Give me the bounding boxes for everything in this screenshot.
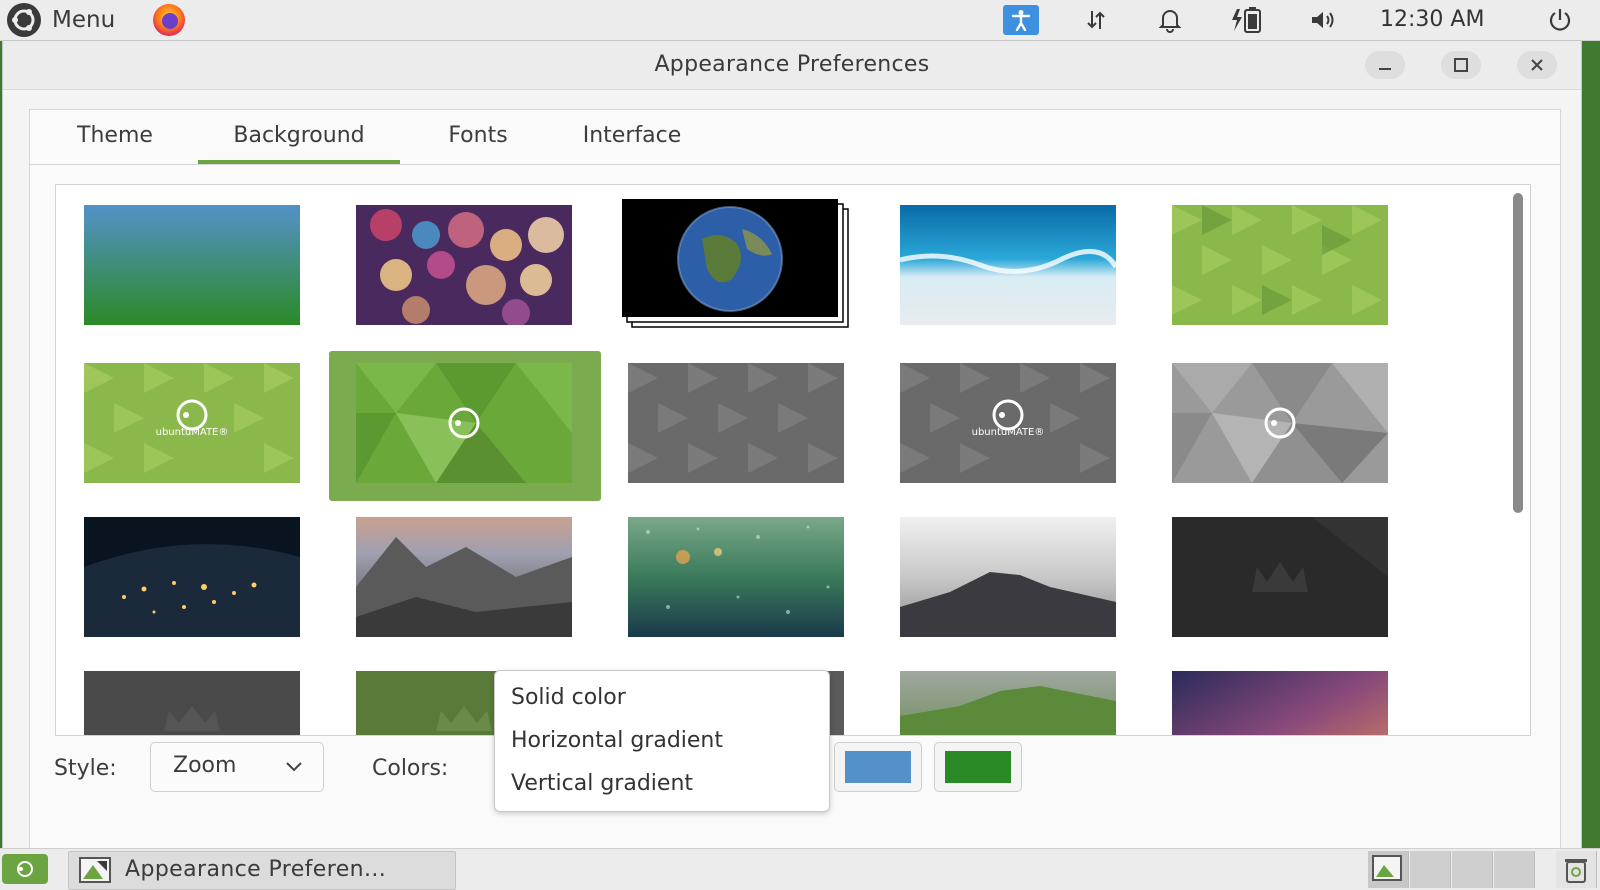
trash-button[interactable] — [1556, 851, 1597, 888]
top-panel: Menu 12:30 AM — [0, 0, 1600, 41]
show-desktop-button[interactable] — [2, 854, 48, 884]
wallpaper-caption: ubuntuMATE® — [971, 427, 1045, 438]
titlebar[interactable]: Appearance Preferences — [3, 41, 1581, 90]
colors-label: Colors: — [372, 756, 449, 781]
workspace-2[interactable] — [1410, 851, 1451, 888]
battery-button[interactable] — [1228, 0, 1268, 40]
wallpaper-dark-crown[interactable] — [1172, 517, 1388, 637]
style-combo[interactable]: Zoom — [150, 742, 324, 792]
firefox-launcher[interactable] — [148, 0, 192, 40]
secondary-color-swatch — [945, 751, 1011, 783]
mate-logo-icon — [7, 3, 41, 37]
wallpaper-bokeh[interactable] — [356, 205, 572, 325]
minimize-icon — [1379, 68, 1391, 70]
option-horizontal-gradient[interactable]: Horizontal gradient — [511, 728, 723, 753]
tab-bar: Theme Background Fonts Interface — [30, 110, 1560, 165]
wallpaper-earth[interactable] — [622, 199, 852, 329]
workspace-3[interactable] — [1452, 851, 1493, 888]
option-vertical-gradient[interactable]: Vertical gradient — [511, 771, 693, 796]
window-title: Appearance Preferences — [654, 52, 930, 77]
wallpaper-green-poly-selected[interactable] — [356, 363, 572, 483]
style-label: Style: — [54, 756, 117, 781]
secondary-color-button[interactable] — [934, 742, 1022, 792]
color-mode-dropdown: Solid color Horizontal gradient Vertical… — [494, 670, 830, 812]
close-button[interactable] — [1517, 51, 1557, 79]
primary-color-swatch — [845, 751, 911, 783]
menu-label: Menu — [52, 7, 116, 33]
wallpaper-gray-poly[interactable] — [1172, 363, 1388, 483]
tab-theme[interactable]: Theme — [60, 110, 170, 164]
taskbar-item-appearance[interactable]: Appearance Preferen... — [68, 851, 456, 890]
wallpaper-gradient[interactable] — [84, 205, 300, 325]
wallpaper-grid[interactable]: ubuntuMATE® ubuntuMATE® — [55, 184, 1531, 736]
network-button[interactable] — [1078, 0, 1114, 40]
tab-fonts[interactable]: Fonts — [428, 110, 528, 164]
notifications-button[interactable] — [1152, 0, 1188, 40]
close-icon — [1531, 59, 1543, 71]
chevron-down-icon — [286, 762, 302, 772]
power-icon — [1549, 9, 1571, 31]
wallpaper-green-hex[interactable] — [1172, 205, 1388, 325]
wallpaper-cloudy-mountain[interactable] — [900, 517, 1116, 637]
clock[interactable]: 12:30 AM — [1380, 0, 1484, 40]
primary-color-button[interactable] — [834, 742, 922, 792]
appearance-app-icon — [79, 857, 111, 883]
trash-icon — [1565, 859, 1587, 883]
wallpaper-milky-way[interactable] — [1172, 671, 1388, 735]
accessibility-icon — [1011, 10, 1031, 31]
wallpaper-raindrops[interactable] — [628, 517, 844, 637]
wallpaper-ubuntu-mate-green[interactable]: ubuntuMATE® — [84, 363, 300, 483]
battery-icon — [1232, 7, 1261, 33]
style-value: Zoom — [173, 753, 237, 778]
network-icon — [1087, 11, 1105, 29]
volume-button[interactable] — [1306, 0, 1342, 40]
volume-icon — [1312, 12, 1334, 28]
taskbar-item-label: Appearance Preferen... — [125, 857, 387, 882]
wallpaper-dark-gray-crown[interactable] — [84, 671, 300, 735]
firefox-icon — [153, 4, 185, 36]
wallpaper-ocean[interactable] — [900, 205, 1116, 325]
bottom-panel: Appearance Preferen... — [0, 848, 1600, 890]
maximize-button[interactable] — [1441, 51, 1481, 79]
vertical-scrollbar[interactable] — [1513, 193, 1523, 513]
minimize-button[interactable] — [1365, 51, 1405, 79]
tab-background[interactable]: Background — [198, 110, 400, 164]
option-solid-color[interactable]: Solid color — [511, 685, 626, 710]
notification-bell-icon — [1158, 10, 1182, 33]
tab-interface[interactable]: Interface — [562, 110, 702, 164]
accessibility-button[interactable] — [1002, 0, 1040, 40]
show-desktop-icon — [17, 861, 33, 877]
wallpaper-gray-hex[interactable] — [628, 363, 844, 483]
workspace-1[interactable] — [1368, 851, 1409, 888]
wallpaper-green-hills[interactable] — [900, 671, 1116, 735]
power-button[interactable] — [1542, 0, 1578, 40]
wallpaper-caption: ubuntuMATE® — [155, 427, 229, 438]
workspace-window-icon — [1372, 855, 1402, 881]
wallpaper-earth-night[interactable] — [84, 517, 300, 637]
wallpaper-ubuntu-mate-gray[interactable]: ubuntuMATE® — [900, 363, 1116, 483]
maximize-icon — [1454, 58, 1468, 72]
menu-button[interactable]: Menu — [4, 2, 115, 38]
workspace-4[interactable] — [1494, 851, 1535, 888]
wallpaper-mountains[interactable] — [356, 517, 572, 637]
